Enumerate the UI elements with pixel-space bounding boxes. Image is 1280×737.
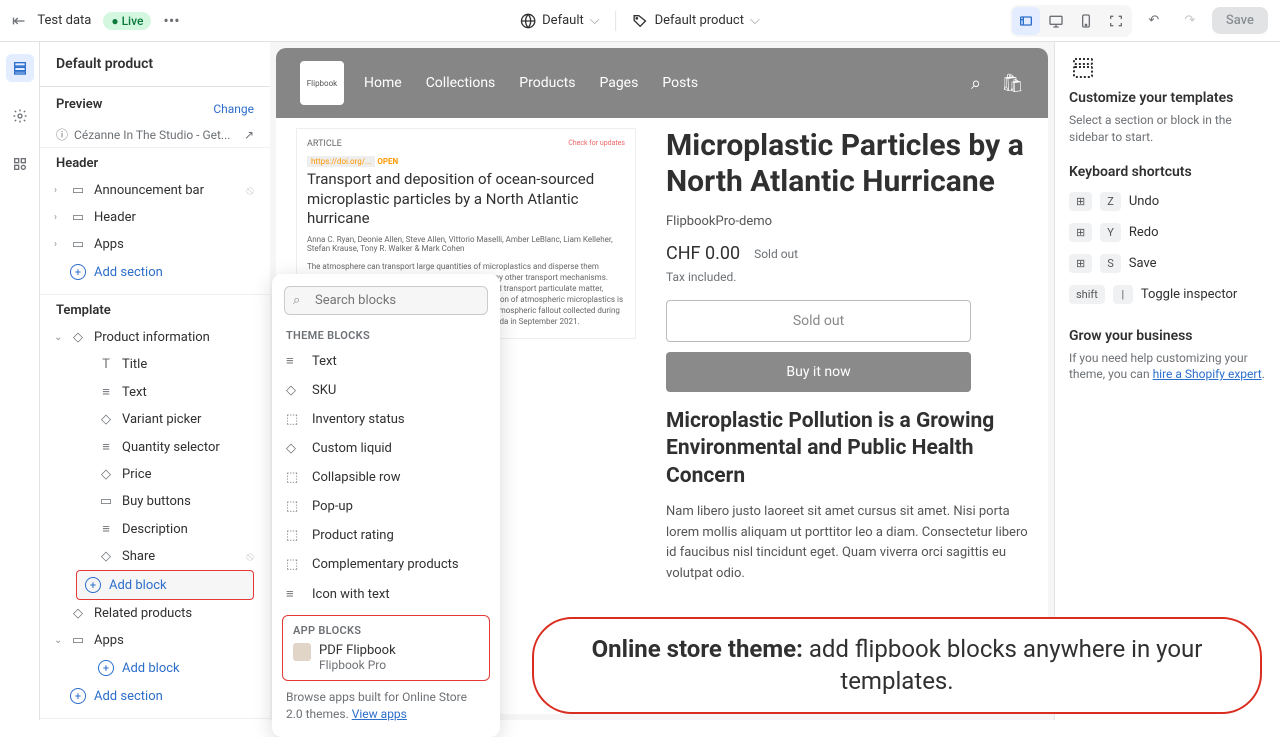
- viewport-mobile[interactable]: [1072, 7, 1100, 35]
- theme-complementary[interactable]: ⬚Complementary products: [272, 550, 500, 579]
- block-quantity[interactable]: ≡Quantity selector: [84, 433, 254, 461]
- theme-popup[interactable]: ⬚Pop-up: [272, 492, 500, 521]
- add-section-header[interactable]: +Add section: [56, 258, 254, 286]
- rail-settings[interactable]: [6, 102, 34, 130]
- topbar: ⇤ Test data ● Live ••• Default⌵ Default …: [0, 0, 1280, 42]
- more-icon[interactable]: •••: [163, 11, 179, 30]
- block-title[interactable]: TTitle: [84, 351, 254, 378]
- product-heading: Microplastic Pollution is a Growing Envi…: [666, 408, 1028, 490]
- kb-undo: ⊞ZUndo: [1069, 186, 1266, 217]
- save-button[interactable]: Save: [1212, 7, 1268, 34]
- item-header[interactable]: ›▭Header: [56, 204, 254, 231]
- block-variant[interactable]: ◇Variant picker: [84, 406, 254, 433]
- app-logo: [293, 643, 311, 661]
- view-apps-link[interactable]: View apps: [352, 707, 407, 721]
- page-title: Test data: [37, 13, 91, 28]
- group-template: Template: [56, 303, 254, 318]
- sidebar-title: Default product: [40, 42, 270, 87]
- product-desc: Nam libero justo laoreet sit amet cursus…: [666, 502, 1028, 585]
- nav-posts[interactable]: Posts: [662, 75, 698, 91]
- rail-sections[interactable]: [6, 54, 34, 82]
- nav-home[interactable]: Home: [364, 75, 402, 91]
- search-input[interactable]: [284, 286, 488, 315]
- product-price: CHF 0.00: [666, 243, 740, 264]
- annotation-callout: Online store theme: add flipbook blocks …: [532, 617, 1262, 714]
- product-vendor: FlipbookPro-demo: [666, 214, 1028, 229]
- kb-inspector: shift|Toggle inspector: [1069, 279, 1266, 310]
- viewport-auto[interactable]: [1012, 7, 1040, 35]
- store-logo[interactable]: Flipbook: [300, 61, 344, 105]
- viewport-full[interactable]: [1102, 7, 1130, 35]
- item-announcement[interactable]: ›▭Announcement bar⦸: [56, 177, 254, 204]
- kb-save: ⊞SSave: [1069, 248, 1266, 279]
- template-icon: [1069, 56, 1097, 80]
- nav-collections[interactable]: Collections: [426, 75, 496, 91]
- nav-products[interactable]: Products: [519, 75, 575, 91]
- external-icon[interactable]: ↗: [244, 128, 254, 142]
- store-nav: Flipbook Home Collections Products Pages…: [276, 48, 1048, 118]
- preview-product[interactable]: ⓘ Cézanne In The Studio - Get... ↗: [56, 126, 254, 143]
- live-badge: ● Live: [103, 12, 151, 30]
- template-selector[interactable]: Default product⌵: [625, 9, 768, 33]
- hidden-icon: ⦸: [246, 549, 254, 564]
- redo-button[interactable]: ↷: [1176, 7, 1204, 35]
- exit-icon[interactable]: ⇤: [12, 11, 25, 30]
- info-icon: ⓘ: [56, 126, 68, 143]
- buy-button[interactable]: Buy it now: [666, 352, 971, 392]
- globe-icon: [520, 13, 536, 29]
- block-price[interactable]: ◇Price: [84, 461, 254, 488]
- add-section-template[interactable]: +Add section: [56, 682, 254, 710]
- block-share[interactable]: ◇Share⦸: [84, 543, 254, 570]
- theme-sku[interactable]: ◇SKU: [272, 376, 500, 405]
- theme-rating[interactable]: ⬚Product rating: [272, 521, 500, 550]
- viewport-desktop[interactable]: [1042, 7, 1070, 35]
- group-header: Header: [56, 156, 254, 171]
- cart-icon[interactable]: 🛍: [1001, 73, 1024, 94]
- theme-liquid[interactable]: ◇Custom liquid: [272, 434, 500, 463]
- change-link[interactable]: Change: [213, 102, 254, 116]
- item-apps-template[interactable]: ⌄▭Apps: [56, 627, 254, 654]
- undo-button[interactable]: ↶: [1140, 7, 1168, 35]
- left-rail: [0, 42, 40, 720]
- search-icon: ⌕: [293, 293, 300, 308]
- theme-icon-text[interactable]: ≡Icon with text: [272, 579, 500, 609]
- item-related[interactable]: ◇Related products: [56, 600, 254, 627]
- search-icon[interactable]: ⌕: [971, 73, 981, 94]
- rail-apps[interactable]: [6, 150, 34, 178]
- app-pdf-flipbook[interactable]: PDF FlipbookFlipbook Pro: [289, 639, 483, 676]
- soldout-button[interactable]: Sold out: [666, 300, 971, 342]
- item-product-info[interactable]: ⌄◇Product information: [56, 324, 254, 351]
- hidden-icon: ⦸: [246, 183, 254, 198]
- block-buy[interactable]: ▭Buy buttons: [84, 488, 254, 515]
- preview-label: Preview: [56, 97, 102, 112]
- item-apps-header[interactable]: ›▭Apps: [56, 231, 254, 258]
- theme-collapsible[interactable]: ⬚Collapsible row: [272, 463, 500, 492]
- block-desc[interactable]: ≡Description: [84, 515, 254, 543]
- theme-inventory[interactable]: ⬚Inventory status: [272, 405, 500, 434]
- viewport-group: [1010, 5, 1132, 37]
- add-block-button[interactable]: +Add block: [76, 570, 254, 600]
- hire-expert-link[interactable]: hire a Shopify expert: [1153, 367, 1262, 381]
- sidebar: Default product Preview Change ⓘ Cézanne…: [40, 42, 270, 720]
- block-picker-popup: ⌕ THEME BLOCKS ≡Text ◇SKU ⬚Inventory sta…: [272, 274, 500, 737]
- product-title: Microplastic Particles by a North Atlant…: [666, 128, 1028, 200]
- add-block-apps[interactable]: +Add block: [84, 654, 254, 682]
- tag-icon: [633, 13, 649, 29]
- theme-text[interactable]: ≡Text: [272, 346, 500, 376]
- view-selector[interactable]: Default⌵: [512, 9, 607, 33]
- nav-pages[interactable]: Pages: [599, 75, 638, 91]
- kb-redo: ⊞YRedo: [1069, 217, 1266, 248]
- block-text[interactable]: ≡Text: [84, 378, 254, 406]
